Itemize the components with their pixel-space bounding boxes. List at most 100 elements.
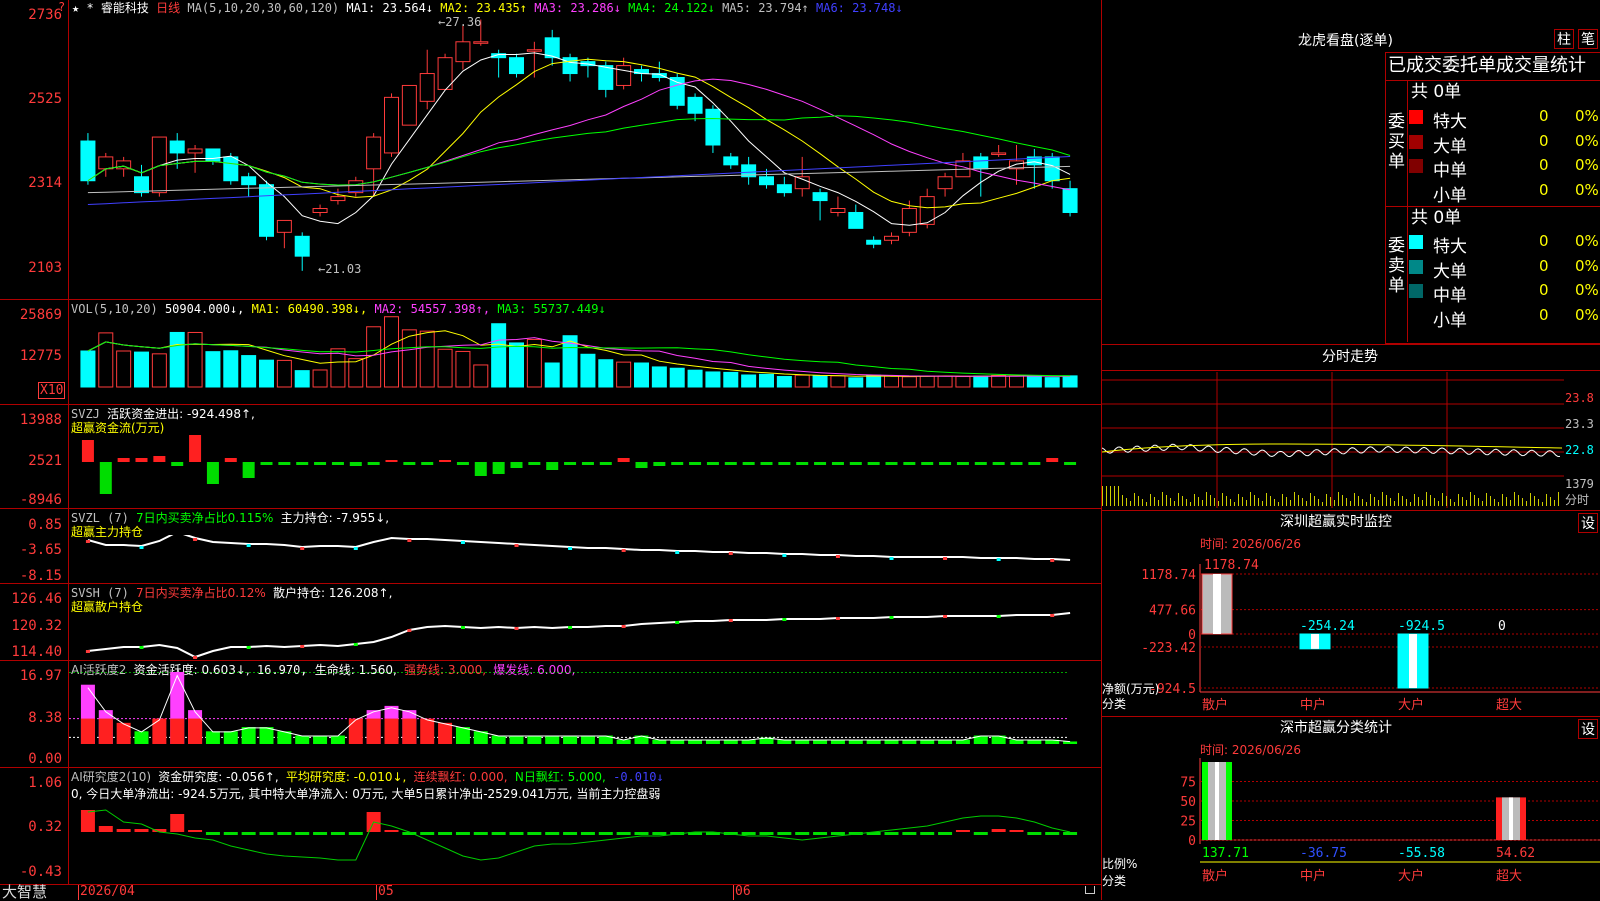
svzj-bar: [796, 462, 809, 465]
intraday-vol-bar: [1306, 501, 1307, 506]
candle-body: [205, 148, 221, 162]
candle-body: [759, 176, 774, 186]
volume-bar: [919, 375, 935, 388]
ai-research-bar: [1045, 832, 1060, 835]
svzj-bar: [814, 462, 827, 465]
svzj-label-0: 13988: [19, 412, 62, 428]
volume-chart[interactable]: [69, 315, 1102, 400]
ai-research-label-2: -0.43: [19, 864, 62, 880]
intraday-vol-bar: [1546, 494, 1547, 506]
divider-3: [0, 508, 1102, 509]
ai-research-bar: [259, 832, 274, 835]
tick-mode-button[interactable]: 笔: [1578, 29, 1598, 49]
intraday-vol-bar: [1174, 501, 1175, 506]
svzj-bar: [992, 462, 1005, 465]
candle-body: [544, 37, 560, 59]
svsh-tick: [85, 650, 90, 653]
intraday-vol-bar: [1314, 496, 1315, 506]
svzj-name: SVZJ: [71, 407, 100, 421]
svzj-bar: [349, 462, 362, 466]
ai-active-bar: [545, 735, 560, 744]
intraday-vol-bar: [1486, 493, 1487, 506]
svzj-bar: [599, 462, 612, 465]
ai-research-label-0: 1.06: [28, 775, 62, 791]
sell-order-name: 特大: [1433, 237, 1467, 257]
svsh-chart[interactable]: [69, 600, 1102, 660]
intraday-vol-bar: [1554, 500, 1555, 506]
ai-research-bar: [241, 832, 256, 835]
svsh-tick: [943, 615, 948, 618]
vol-label-0: 25869: [19, 307, 62, 323]
vol-ma2: MA2: 54557.398↑,: [374, 302, 491, 316]
sz-class-ylabel: 25: [1180, 815, 1196, 830]
ai-research-bar: [313, 832, 328, 835]
svzl-tick: [246, 544, 251, 547]
svsh-ratio: 7日内买卖净占比0.12%: [136, 586, 266, 600]
svzj-bar: [635, 462, 648, 468]
intraday-vol-bar: [1222, 493, 1223, 506]
svzj-bar: [314, 462, 327, 465]
candlestick-chart[interactable]: [69, 14, 1102, 284]
svzl-label-1: -3.65: [19, 542, 62, 558]
buy-orders-label: 委买单: [1388, 112, 1405, 172]
ai-research-bar: [491, 832, 506, 835]
high-marker: ←27.36: [438, 15, 482, 29]
volume-bar: [848, 377, 864, 388]
intraday-vol-bar: [1190, 502, 1191, 506]
ai-research-bar: [545, 832, 560, 835]
vol-ma1: MA1: 60490.398↓,: [251, 302, 368, 316]
ai-active-bar-strong: [98, 718, 113, 744]
ai-active-bar: [491, 735, 506, 744]
sell-order-count: 0: [1539, 256, 1549, 275]
intraday-chart[interactable]: [1102, 372, 1564, 508]
sz-class-chart[interactable]: 75 50 25 0 137.71 散户 -36.75 中户 -55.58 大户 54.62 超大: [1102, 758, 1600, 900]
sz-monitor-value: -924.5: [1398, 619, 1445, 634]
candle-body: [419, 73, 435, 102]
intraday-vol-bar: [1390, 498, 1391, 506]
svzl-name: SVZL (7): [71, 511, 129, 525]
sell-order-count: 0: [1539, 232, 1549, 250]
intraday-vol-bar: [1394, 501, 1395, 506]
ai-research-bar: [509, 832, 524, 835]
intraday-vol-bar: [1106, 486, 1107, 506]
ai-active-chart[interactable]: [69, 672, 1102, 767]
svsh-tick: [353, 643, 358, 646]
sz-monitor-settings-button[interactable]: 设: [1578, 513, 1598, 533]
volume-bar: [1009, 375, 1024, 388]
ai-active-bar-strong: [80, 718, 95, 744]
intraday-vol-bar: [1250, 492, 1251, 506]
sell-order-pct: 0%: [1575, 256, 1599, 275]
buy-order-pct: 0%: [1575, 107, 1599, 125]
lock-icon[interactable]: [1085, 886, 1095, 894]
low-marker: ←21.03: [318, 262, 362, 276]
ai-research-chart[interactable]: [69, 800, 1102, 884]
svzj-bar: [831, 462, 844, 465]
sz-class-settings-button[interactable]: 设: [1578, 719, 1598, 739]
ai-research-bar: [580, 832, 595, 835]
sell-order-row: 大单 0 0%: [1409, 255, 1599, 282]
brand-logo[interactable]: 大智慧: [2, 884, 47, 900]
svzj-bar: [171, 462, 184, 466]
svzl-tick: [782, 554, 787, 557]
intraday-vol-bar: [1558, 492, 1559, 506]
ai-research-bar: [348, 832, 363, 835]
candle-body: [241, 176, 257, 186]
svzl-chart[interactable]: [69, 535, 1102, 585]
intraday-label-2: 22.8: [1565, 443, 1594, 457]
ai-research-bar: [527, 832, 542, 835]
ai-research-bar: [473, 832, 488, 835]
candle-body: [812, 192, 828, 202]
candle-body: [259, 184, 274, 237]
price-label-1: 2525: [28, 91, 62, 107]
date-tick-2: [733, 885, 734, 900]
bar-mode-button[interactable]: 柱: [1554, 29, 1574, 49]
sz-monitor-chart[interactable]: 1178.74 477.66 0 -223.42 -924.5 1178.74 -254.2…: [1102, 550, 1600, 715]
svsh-tick: [139, 646, 144, 649]
intraday-vol-bar: [1322, 502, 1323, 506]
ai-active-bar: [580, 735, 595, 744]
svzj-bar: [581, 462, 594, 465]
svzj-bar: [849, 462, 862, 465]
intraday-vol-bar: [1122, 495, 1123, 506]
svzj-chart[interactable]: [69, 435, 1102, 505]
svzl-tick: [568, 547, 573, 550]
